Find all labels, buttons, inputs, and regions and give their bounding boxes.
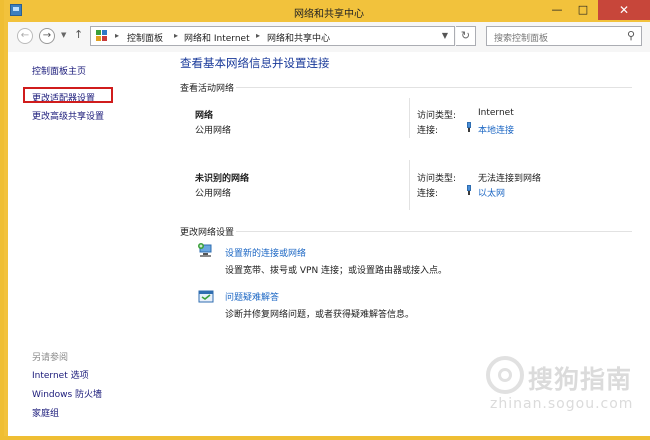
breadcrumb-network-sharing-center[interactable]: 网络和共享中心 [267, 31, 330, 44]
forward-button[interactable]: → [39, 28, 55, 44]
minimize-button[interactable]: — [544, 0, 570, 20]
breadcrumb-network-internet[interactable]: 网络和 Internet [184, 31, 250, 44]
new-connection-icon [197, 242, 215, 260]
connections-label: 连接: [417, 189, 439, 199]
network-type: 公用网络 [195, 189, 232, 199]
access-type-label: 访问类型: [417, 111, 457, 121]
sidebar: 控制面板主页 更改适配器设置 更改高级共享设置 另请参阅 Internet 选项… [8, 52, 168, 436]
network-type: 公用网络 [195, 126, 232, 136]
see-also-heading: 另请参阅 [32, 353, 69, 363]
address-bar[interactable]: ▸ 控制面板 ▸ 网络和 Internet ▸ 网络和共享中心 ▼ [90, 26, 455, 46]
ethernet-icon [466, 122, 472, 132]
troubleshoot-icon [197, 288, 215, 306]
breadcrumb-control-panel[interactable]: 控制面板 [127, 31, 163, 44]
connection-link-local[interactable]: 本地连接 [478, 123, 514, 136]
search-input[interactable]: 搜索控制面板 ⚲ [486, 26, 642, 46]
watermark-text: 搜狗指南 [528, 365, 633, 394]
change-settings-heading: 更改网络设置 [180, 228, 235, 238]
sidebar-item-control-panel-home[interactable]: 控制面板主页 [32, 64, 86, 77]
page-title: 查看基本网络信息并设置连接 [180, 56, 330, 70]
ethernet-icon [466, 185, 472, 195]
divider [409, 98, 410, 138]
highlight-box [23, 87, 113, 103]
divider [409, 160, 410, 210]
search-icon[interactable]: ⚲ [627, 29, 635, 42]
divider [236, 87, 632, 88]
up-arrow-icon[interactable]: ↑ [74, 28, 83, 41]
control-panel-icon [96, 30, 108, 42]
access-type-value: Internet [478, 108, 514, 118]
active-networks-heading: 查看活动网络 [180, 84, 235, 94]
watermark-url: zhinan.sogou.com [490, 396, 634, 412]
access-type-value: 无法连接到网络 [478, 174, 542, 184]
connections-label: 连接: [417, 126, 439, 136]
recent-locations-icon[interactable]: ▼ [61, 31, 66, 39]
see-also-internet-options[interactable]: Internet 选项 [32, 368, 89, 381]
navigation-bar: ← → ▼ ↑ ▸ 控制面板 ▸ 网络和 Internet ▸ 网络和共享中心 … [8, 22, 650, 52]
troubleshoot-desc: 诊断并修复网络问题，或者获得疑难解答信息。 [225, 310, 415, 320]
address-dropdown-icon[interactable]: ▼ [442, 31, 448, 40]
sidebar-item-advanced-sharing[interactable]: 更改高级共享设置 [32, 109, 104, 122]
setup-connection-desc: 设置宽带、拨号或 VPN 连接；或设置路由器或接入点。 [225, 266, 448, 276]
access-type-label: 访问类型: [417, 174, 457, 184]
close-button[interactable]: ✕ [598, 0, 650, 20]
sogou-logo-icon [486, 356, 524, 394]
back-button[interactable]: ← [17, 28, 33, 44]
network-name: 网络 [195, 111, 214, 121]
maximize-button[interactable]: □ [570, 0, 596, 20]
see-also-homegroup[interactable]: 家庭组 [32, 406, 59, 419]
breadcrumb-separator[interactable]: ▸ [115, 31, 119, 40]
title-bar: 网络和共享中心 — □ ✕ [4, 0, 650, 22]
breadcrumb-separator[interactable]: ▸ [256, 31, 260, 40]
search-placeholder: 搜索控制面板 [494, 34, 549, 44]
divider [236, 231, 632, 232]
refresh-button[interactable]: ↻ [456, 26, 476, 46]
breadcrumb-separator[interactable]: ▸ [174, 31, 178, 40]
network-name: 未识别的网络 [195, 174, 250, 184]
content-area: 控制面板主页 更改适配器设置 更改高级共享设置 另请参阅 Internet 选项… [8, 52, 650, 436]
see-also-windows-firewall[interactable]: Windows 防火墙 [32, 387, 102, 400]
connection-link-ethernet[interactable]: 以太网 [478, 186, 505, 199]
setup-connection-link[interactable]: 设置新的连接或网络 [225, 246, 306, 259]
window: 网络和共享中心 — □ ✕ ← → ▼ ↑ ▸ 控制面板 ▸ 网络和 Inter… [0, 0, 650, 440]
troubleshoot-link[interactable]: 问题疑难解答 [225, 290, 279, 303]
